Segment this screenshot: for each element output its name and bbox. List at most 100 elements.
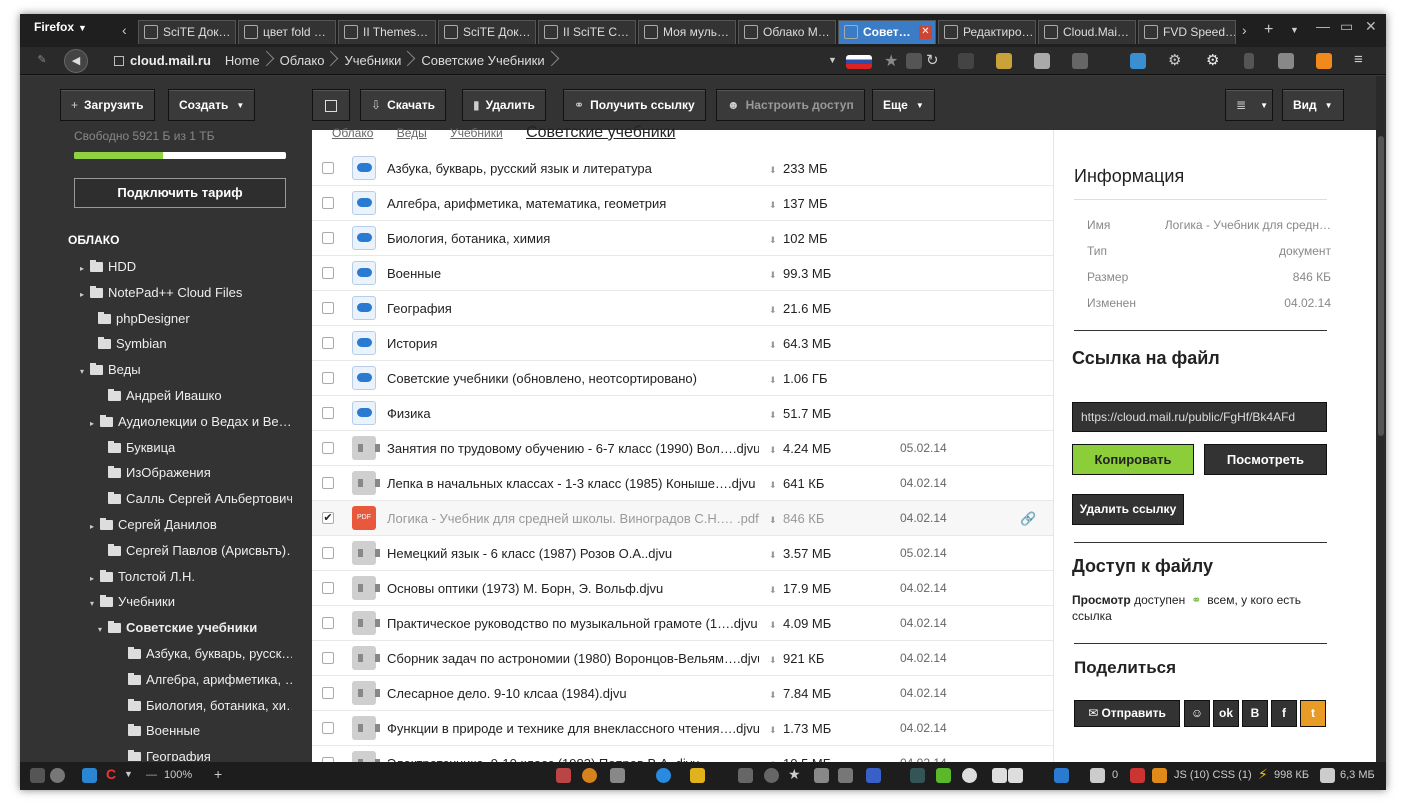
- file-checkbox[interactable]: [322, 617, 334, 629]
- download-arrow-icon[interactable]: ⬇: [769, 223, 777, 258]
- breadcrumb-item[interactable]: Облако: [332, 126, 373, 140]
- sidebar-folder[interactable]: ▾ Учебники: [90, 590, 292, 614]
- notes-icon[interactable]: [1034, 53, 1050, 69]
- file-row[interactable]: История ⬇ 64.3 МБ: [312, 326, 1053, 361]
- file-row[interactable]: Алгебра, арифметика, математика, геометр…: [312, 186, 1053, 221]
- tab[interactable]: Моя муль…: [638, 20, 736, 44]
- access-button[interactable]: ☻ Настроить доступ: [716, 89, 865, 121]
- addon-icon[interactable]: [992, 768, 1007, 783]
- file-row[interactable]: Лепка в начальных классах - 1-3 класс (1…: [312, 466, 1053, 501]
- sidebar-folder[interactable]: Военные: [118, 719, 292, 743]
- sync-icon[interactable]: [656, 768, 671, 783]
- copy-button[interactable]: Копировать: [1072, 444, 1194, 475]
- expand-arrow-icon[interactable]: ▸: [80, 257, 90, 279]
- select-all-checkbox[interactable]: [312, 89, 350, 121]
- clipboard-icon[interactable]: [996, 53, 1012, 69]
- russia-flag-icon[interactable]: [846, 55, 872, 69]
- tab[interactable]: Редактиро…: [938, 20, 1036, 44]
- file-row[interactable]: Биология, ботаника, химия ⬇ 102 МБ: [312, 221, 1053, 256]
- share-odnoklassniki-button[interactable]: ok: [1213, 700, 1239, 727]
- addon-icon[interactable]: [556, 768, 571, 783]
- file-checkbox[interactable]: [322, 687, 334, 699]
- tariff-button[interactable]: Подключить тариф: [74, 178, 286, 208]
- tab[interactable]: II SciTE C…: [538, 20, 636, 44]
- public-link-field[interactable]: https://cloud.mail.ru/public/FgHf/Bk4AFd: [1072, 402, 1327, 432]
- bookmark-icon[interactable]: [1244, 53, 1254, 69]
- tab[interactable]: SciTE Док…: [438, 20, 536, 44]
- file-row[interactable]: Электротехника. 9-10 класс (1983) Попров…: [312, 746, 1053, 762]
- file-checkbox[interactable]: [322, 162, 334, 174]
- download-arrow-icon[interactable]: ⬇: [769, 293, 777, 328]
- download-arrow-icon[interactable]: ⬇: [769, 643, 777, 678]
- download-icon[interactable]: [1316, 53, 1332, 69]
- sidebar-folder[interactable]: Сергей Павлов (Арисвьтъ)…: [98, 539, 292, 563]
- download-arrow-icon[interactable]: ⬇: [769, 713, 777, 748]
- sidebar-folder[interactable]: Андрей Ивашко: [98, 384, 292, 408]
- send-icon[interactable]: [814, 768, 829, 783]
- url-crumb-soviet[interactable]: Советские Учебники: [415, 50, 558, 72]
- file-checkbox[interactable]: [322, 372, 334, 384]
- file-checkbox[interactable]: [322, 477, 334, 489]
- sidebar-folder[interactable]: phpDesigner: [88, 307, 292, 331]
- addon-icon[interactable]: [1054, 768, 1069, 783]
- reload-icon[interactable]: ↻: [926, 51, 942, 69]
- file-row[interactable]: Военные ⬇ 99.3 МБ: [312, 256, 1053, 291]
- sort-button[interactable]: ≣ ▼: [1225, 89, 1273, 121]
- url-dropdown-icon[interactable]: ▼: [828, 55, 844, 71]
- file-row[interactable]: Азбука, букварь, русский язык и литерату…: [312, 151, 1053, 186]
- addon-icon[interactable]: [582, 768, 597, 783]
- download-arrow-icon[interactable]: ⬇: [769, 328, 777, 363]
- download-arrow-icon[interactable]: ⬇: [769, 573, 777, 608]
- expand-arrow-icon[interactable]: ▸: [80, 283, 90, 305]
- save-icon[interactable]: [866, 768, 881, 783]
- file-row[interactable]: Немецкий язык - 6 класс (1987) Розов О.А…: [312, 536, 1053, 571]
- refresh-icon[interactable]: C: [106, 766, 121, 782]
- menu-icon[interactable]: ≡: [1354, 51, 1370, 68]
- sidebar-folder[interactable]: ▸ HDD: [80, 255, 292, 279]
- skype-icon[interactable]: [82, 768, 97, 783]
- get-link-button[interactable]: ⚭ Получить ссылку: [563, 89, 706, 121]
- share-vk-button[interactable]: В: [1242, 700, 1268, 727]
- tab[interactable]: SciTE Док…: [138, 20, 236, 44]
- sidebar-folder[interactable]: ▾ Советские учебники: [98, 616, 292, 640]
- tab-list-icon[interactable]: ▼: [1290, 23, 1299, 37]
- firefox-menu[interactable]: Firefox ▼: [34, 20, 87, 34]
- file-checkbox[interactable]: [322, 442, 334, 454]
- star-icon[interactable]: ★: [788, 766, 801, 783]
- file-row[interactable]: География ⬇ 21.6 МБ: [312, 291, 1053, 326]
- file-checkbox[interactable]: [322, 652, 334, 664]
- file-checkbox[interactable]: [322, 197, 334, 209]
- addon-icon[interactable]: [690, 768, 705, 783]
- url-bar[interactable]: cloud.mail.ru Home Облако Учебники Совет…: [114, 50, 874, 72]
- sidebar-folder[interactable]: ▸ Толстой Л.Н.: [90, 565, 292, 589]
- rss-icon[interactable]: [838, 768, 853, 783]
- file-checkbox[interactable]: [322, 302, 334, 314]
- bookmark-star-icon[interactable]: ★: [884, 51, 900, 70]
- scrollbar-thumb[interactable]: [1378, 136, 1384, 436]
- sidebar-folder[interactable]: Азбука, букварь, русск…: [118, 642, 292, 666]
- share-facebook-button[interactable]: f: [1271, 700, 1297, 727]
- download-arrow-icon[interactable]: ⬇: [769, 363, 777, 398]
- zoom-out-icon[interactable]: —: [146, 769, 157, 781]
- expand-arrow-icon[interactable]: ▸: [90, 412, 100, 434]
- sidebar-folder[interactable]: Symbian: [88, 332, 292, 356]
- file-checkbox[interactable]: [322, 722, 334, 734]
- tab[interactable]: цвет fold …: [238, 20, 336, 44]
- file-row[interactable]: Слесарное дело. 9-10 клсаа (1984).djvu ⬇ 7…: [312, 676, 1053, 711]
- addon-icon[interactable]: [30, 768, 45, 783]
- file-row[interactable]: Физика ⬇ 51.7 МБ: [312, 396, 1053, 431]
- back-button[interactable]: ◀: [64, 49, 88, 73]
- file-checkbox[interactable]: [322, 232, 334, 244]
- tab[interactable]: Cloud.Mai…: [1038, 20, 1136, 44]
- chevron-down-icon[interactable]: ▼: [124, 769, 133, 779]
- file-row[interactable]: Функции в природе и технике для внекласс…: [312, 711, 1053, 746]
- home-icon[interactable]: [906, 53, 922, 69]
- tab[interactable]: Совет… ✕: [838, 20, 936, 44]
- sidebar-folder[interactable]: ▸ Аудиолекции о Ведах и Ве…: [90, 410, 292, 434]
- expand-arrow-icon[interactable]: ▸: [90, 515, 100, 537]
- download-button[interactable]: ⇩ Скачать: [360, 89, 447, 121]
- file-row[interactable]: Сборник задач по астрономии (1980) Ворон…: [312, 641, 1053, 676]
- sidebar-folder[interactable]: ▸ NotePad++ Cloud Files: [80, 281, 292, 305]
- delete-button[interactable]: ▮ Удалить: [462, 89, 546, 121]
- file-checkbox[interactable]: [322, 337, 334, 349]
